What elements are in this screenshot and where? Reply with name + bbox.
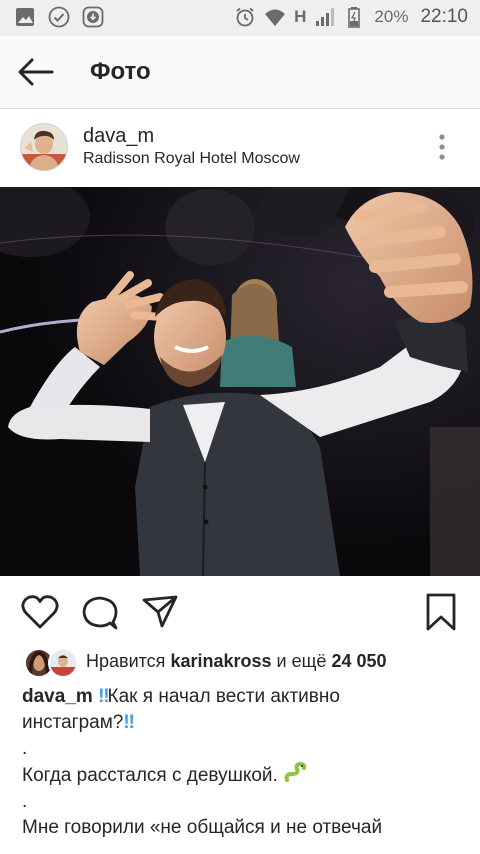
caption-text-1: Как я начал вести активно: [107, 686, 340, 707]
likes-prefix: Нравится: [86, 651, 166, 671]
post-image: [0, 187, 480, 576]
clock: 22:10: [420, 6, 468, 27]
download-circle-icon: [82, 6, 104, 28]
bookmark-icon[interactable]: [421, 592, 461, 632]
network-type: H: [294, 7, 307, 26]
caption-line: Когда расстался с девушкой.: [22, 761, 462, 789]
app-bar: Фото: [0, 36, 480, 109]
status-bar: H 20% 22:10: [0, 0, 480, 36]
more-options-icon[interactable]: [430, 131, 454, 163]
gallery-icon: [16, 8, 34, 26]
post-photo[interactable]: [0, 187, 480, 576]
post-username[interactable]: dava_m: [83, 125, 154, 148]
check-circle-icon: [48, 6, 70, 28]
caption-line: инстаграм?‼: [22, 710, 462, 736]
caption-dot: .: [22, 738, 28, 759]
likes-count[interactable]: 24 050: [331, 651, 386, 671]
post-location[interactable]: Radisson Royal Hotel Moscow: [83, 150, 300, 168]
alarm-icon: [236, 7, 254, 27]
post-caption: dava_m ‼Как я начал вести активно инстаг…: [22, 684, 462, 841]
battery-icon: [348, 7, 361, 28]
double-exclamation-emoji: ‼: [123, 712, 135, 733]
caption-text-4: Мне говорили «не общайся и не отвечай: [22, 817, 383, 838]
liker-username[interactable]: karinakross: [170, 651, 271, 671]
signal-icon: [316, 8, 335, 26]
post-actions: [0, 576, 480, 646]
likes-middle: и ещё: [276, 651, 327, 671]
wifi-icon: [265, 9, 286, 26]
caption-line: dava_m ‼Как я начал вести активно: [22, 684, 462, 710]
double-exclamation-emoji: ‼: [98, 686, 110, 707]
likes-summary: Нравится karinakross и ещё 24 050: [86, 651, 387, 672]
liker-avatar: [48, 648, 78, 678]
caption-text-3: Когда расстался с девушкой.: [22, 765, 278, 786]
page-title: Фото: [90, 58, 151, 85]
back-arrow-icon[interactable]: [14, 54, 58, 90]
post-header: dava_m Radisson Royal Hotel Moscow: [0, 109, 480, 187]
heart-icon[interactable]: [20, 592, 60, 632]
snake-emoji-icon: [284, 761, 307, 782]
avatar-image: [21, 124, 67, 170]
caption-dot: .: [22, 791, 28, 812]
avatar[interactable]: [20, 123, 68, 171]
caption-text-2: инстаграм?: [22, 712, 124, 733]
battery-level: 20%: [374, 7, 409, 26]
comment-icon[interactable]: [80, 592, 120, 632]
caption-username[interactable]: dava_m: [22, 686, 93, 707]
share-icon[interactable]: [140, 592, 180, 632]
likes-row[interactable]: Нравится karinakross и ещё 24 050: [0, 648, 480, 678]
